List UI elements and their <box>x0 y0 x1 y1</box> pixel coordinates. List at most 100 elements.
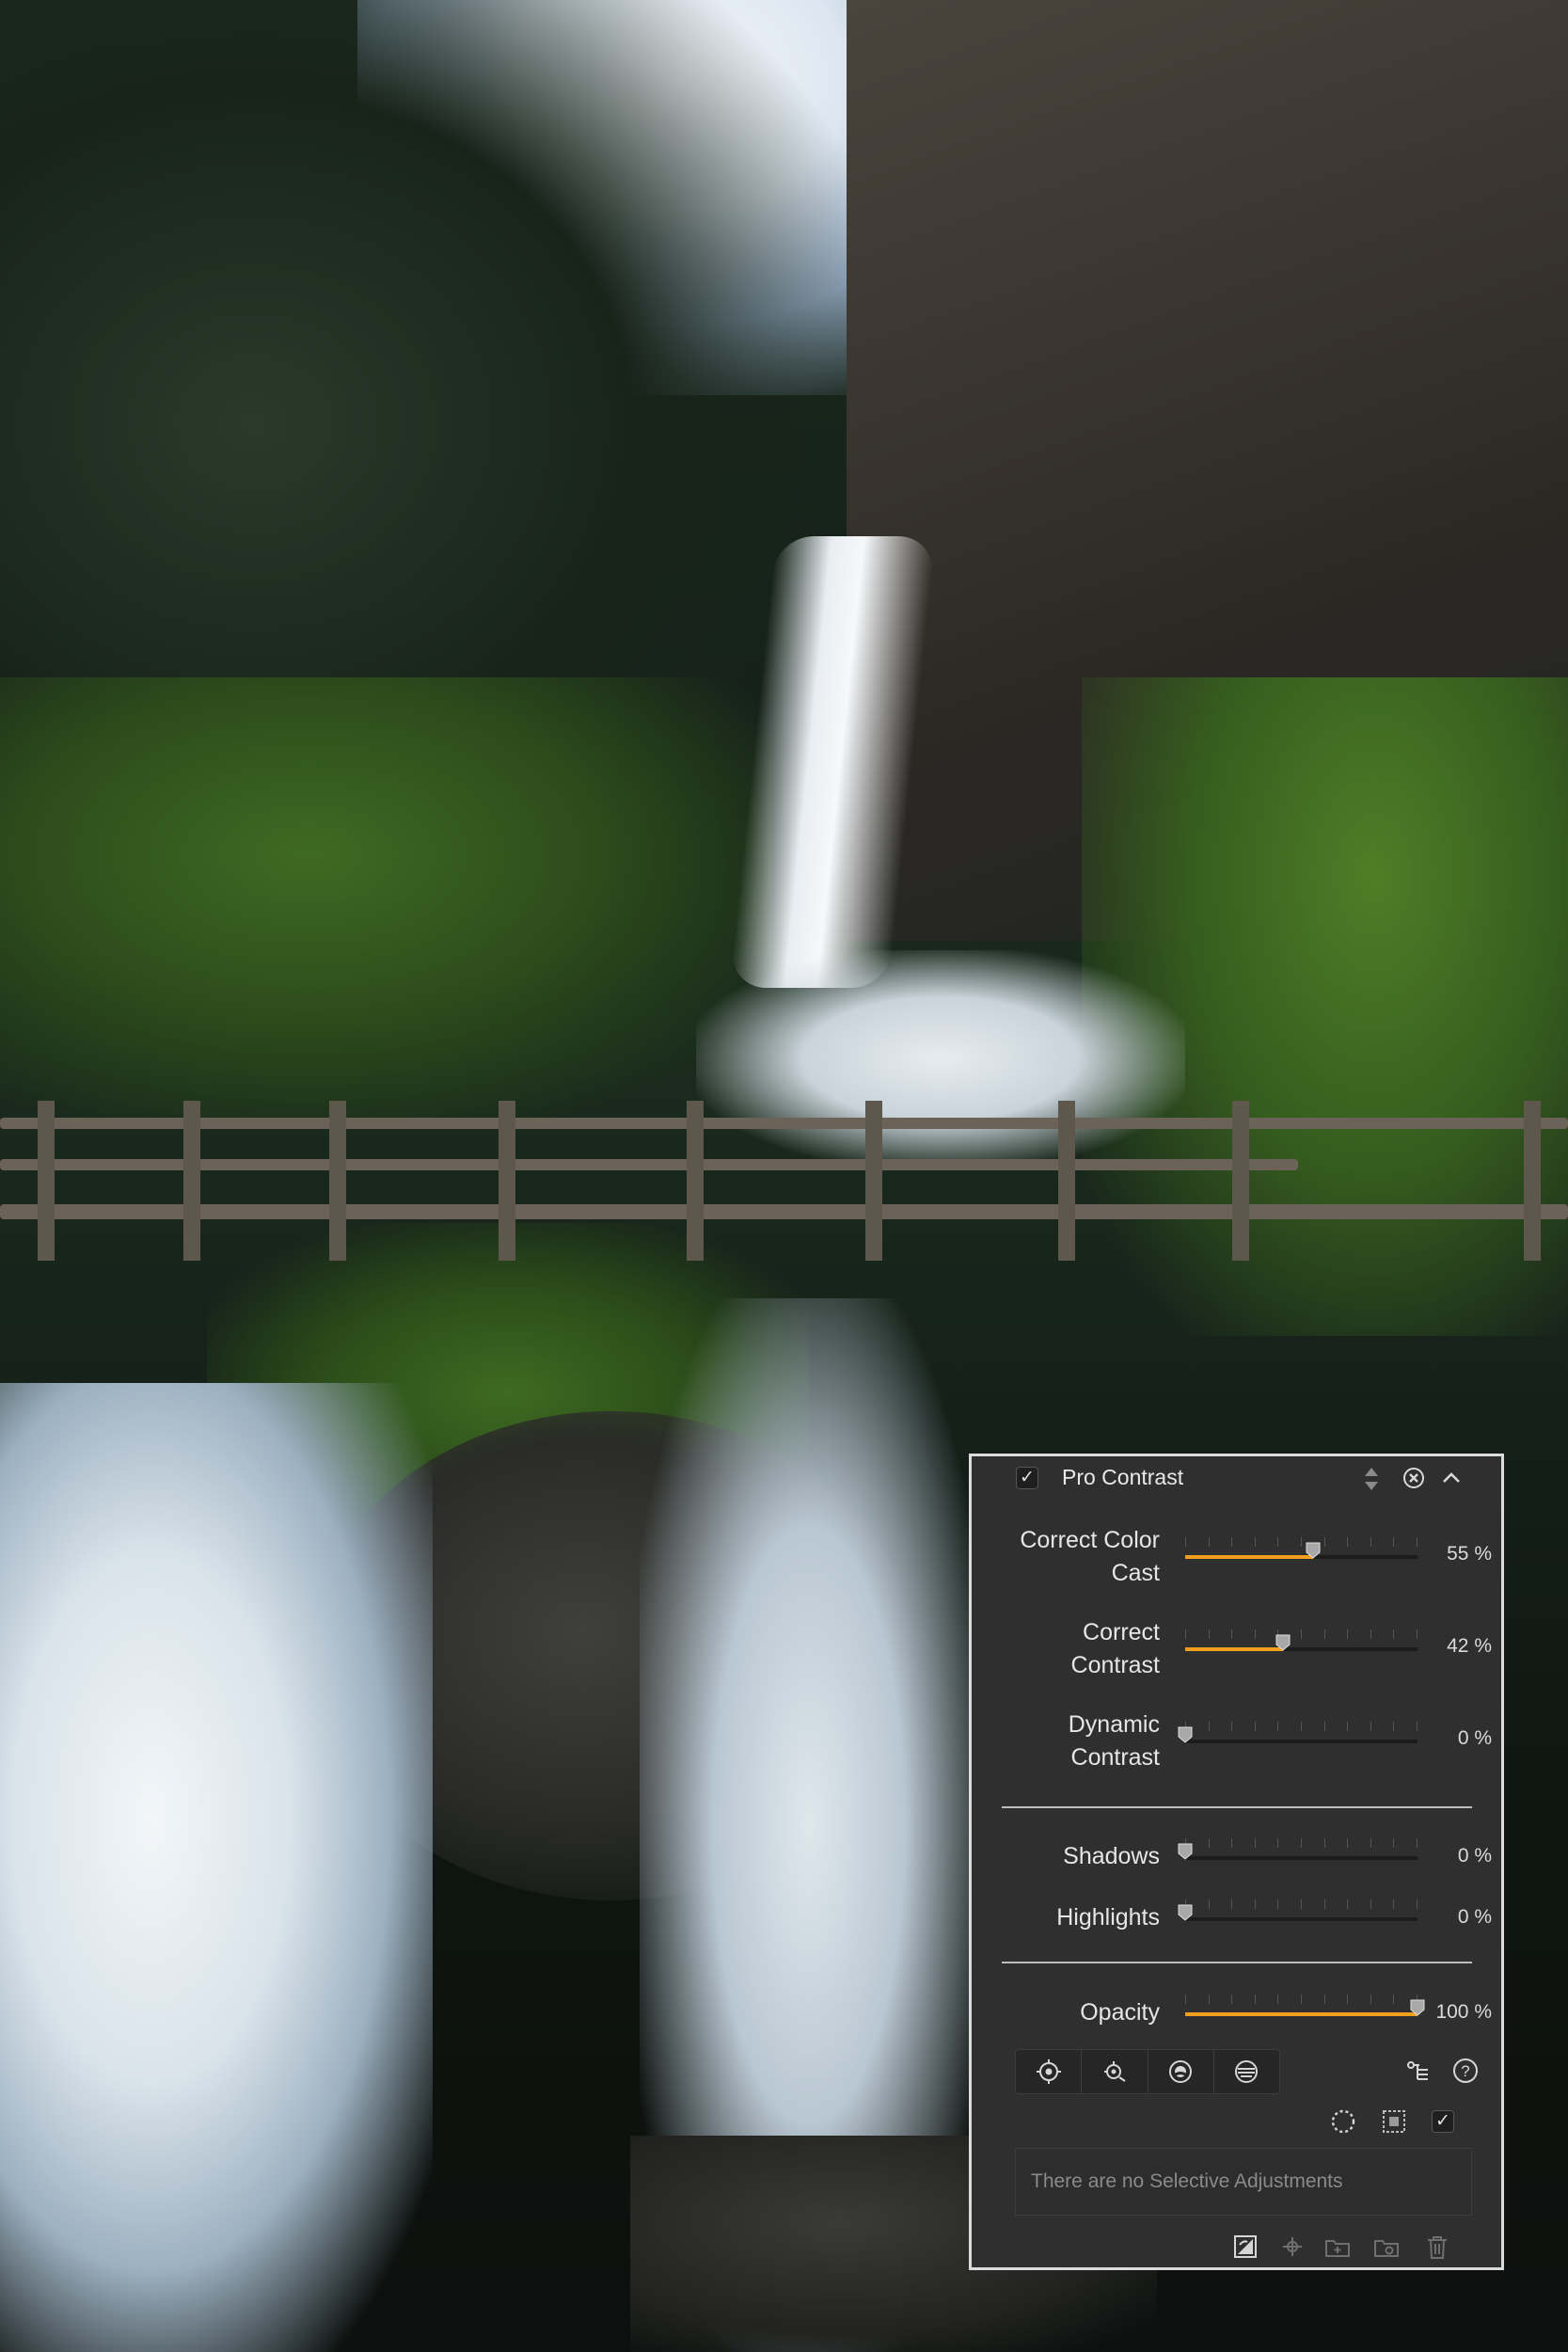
selective-tools <box>1015 2049 1280 2094</box>
slider-label: Dynamic <box>1068 1711 1160 1738</box>
shadows-slider[interactable] <box>1178 1843 1418 1860</box>
slider-handle[interactable] <box>1178 1843 1193 1860</box>
slider-fill <box>1185 1555 1313 1559</box>
slider-tick <box>1347 1537 1349 1547</box>
slider-tick <box>1417 1629 1418 1639</box>
svg-text:?: ? <box>1461 2062 1469 2080</box>
slider-tick <box>1347 1722 1349 1731</box>
color-point-icon[interactable] <box>1082 2050 1148 2093</box>
close-icon[interactable] <box>1402 1467 1425 1489</box>
pro-contrast-panel: ✓ Pro Contrast Correct Color Cast 55 % C… <box>969 1454 1504 2270</box>
slider-tick <box>1231 1629 1233 1639</box>
enable-checkbox[interactable]: ✓ <box>1016 1467 1038 1489</box>
slider-tick <box>1208 1838 1210 1848</box>
slider-handle[interactable] <box>1410 1999 1425 2016</box>
slider-tick <box>1277 1537 1279 1547</box>
lower-waterfall-left <box>0 1383 433 2352</box>
slider-tick <box>1277 1994 1279 2004</box>
slider-tick <box>1301 1629 1302 1639</box>
slider-tick <box>1301 1899 1302 1909</box>
slider-tick <box>1185 1629 1186 1639</box>
reorder-icon[interactable] <box>1361 1465 1382 1493</box>
trash-icon[interactable] <box>1423 2233 1451 2261</box>
slider-tick <box>1231 1722 1233 1731</box>
duplicate-icon[interactable] <box>1372 2233 1401 2261</box>
slider-label: Contrast <box>1070 1744 1160 1771</box>
slider-fill <box>1185 1647 1283 1651</box>
slider-label: Correct <box>1083 1619 1160 1645</box>
slider-ticks <box>1185 1838 1418 1851</box>
slider-tick <box>1417 1537 1418 1547</box>
slider-label: Highlights <box>1056 1904 1160 1931</box>
slider-tick <box>1323 1722 1325 1731</box>
lasso-selection-icon[interactable] <box>1329 2107 1357 2136</box>
slider-handle[interactable] <box>1178 1904 1193 1921</box>
slider-tick <box>1370 1899 1371 1909</box>
control-point-icon[interactable] <box>1016 2050 1083 2093</box>
slider-value: 0 % <box>1457 1727 1492 1749</box>
slider-tick <box>1185 1994 1186 2004</box>
slider-tick <box>1370 1994 1371 2004</box>
slider-tick <box>1370 1537 1371 1547</box>
slider-row-correct-contrast: Correct Contrast 42 % <box>972 1616 1501 1682</box>
slider-label: Opacity <box>1080 1999 1160 2026</box>
slider-label: Correct Color <box>1020 1527 1160 1553</box>
slider-row-dynamic-contrast: Dynamic Contrast 0 % <box>972 1708 1501 1774</box>
fill-remove-icon[interactable] <box>1231 2233 1259 2261</box>
grass-slope-left <box>0 677 771 1120</box>
slider-handle[interactable] <box>1275 1634 1291 1651</box>
empty-state-message: There are no Selective Adjustments <box>1031 2170 1343 2192</box>
panel-header: ✓ Pro Contrast <box>972 1456 1501 1499</box>
brush-icon[interactable] <box>1148 2050 1214 2093</box>
slider-tick <box>1301 1537 1302 1547</box>
slider-tick <box>1393 1838 1395 1848</box>
slider-tick <box>1254 1537 1256 1547</box>
slider-tick <box>1231 1537 1233 1547</box>
slider-tick <box>1323 1899 1325 1909</box>
slider-fill <box>1185 2012 1418 2016</box>
slider-tick <box>1185 1537 1186 1547</box>
slider-row-correct-color-cast: Correct Color Cast 55 % <box>972 1524 1501 1590</box>
opacity-slider[interactable] <box>1185 1999 1425 2016</box>
help-icon[interactable]: ? <box>1451 2057 1480 2085</box>
gradient-icon[interactable] <box>1214 2050 1279 2093</box>
slider-tick <box>1417 1722 1418 1731</box>
slider-label: Shadows <box>1063 1843 1160 1869</box>
slider-ticks <box>1185 1899 1418 1913</box>
slider-tick <box>1370 1629 1371 1639</box>
slider-handle[interactable] <box>1178 1726 1193 1743</box>
slider-value: 42 % <box>1447 1635 1492 1657</box>
slider-tick <box>1208 1899 1210 1909</box>
selective-adjustments-list: There are no Selective Adjustments <box>1015 2148 1472 2216</box>
slider-tick <box>1254 1629 1256 1639</box>
slider-tick <box>1277 1899 1279 1909</box>
mask-view-icon[interactable] <box>1380 2107 1408 2136</box>
apply-check-icon[interactable]: ✓ <box>1432 2110 1454 2133</box>
slider-ticks <box>1185 1537 1418 1550</box>
slider-value: 0 % <box>1457 1845 1492 1867</box>
slider-tick <box>1208 1537 1210 1547</box>
slider-handle[interactable] <box>1306 1542 1321 1559</box>
collapse-chevron-icon[interactable] <box>1440 1467 1463 1489</box>
add-point-icon[interactable] <box>1278 2233 1307 2261</box>
slider-value: 55 % <box>1447 1543 1492 1565</box>
settings-list-icon[interactable] <box>1404 2057 1433 2085</box>
slider-tick <box>1208 1722 1210 1731</box>
slider-tick <box>1208 1994 1210 2004</box>
add-group-icon[interactable] <box>1323 2233 1352 2261</box>
slider-tick <box>1323 1994 1325 2004</box>
slider-tick <box>1347 1838 1349 1848</box>
slider-tick <box>1393 1537 1395 1547</box>
dynamic-contrast-slider[interactable] <box>1178 1726 1418 1743</box>
slider-label: Contrast <box>1070 1652 1160 1678</box>
slider-tick <box>1393 1722 1395 1731</box>
highlights-slider[interactable] <box>1178 1904 1418 1921</box>
correct-color-cast-slider[interactable] <box>1185 1542 1418 1559</box>
divider <box>1002 1806 1472 1808</box>
slider-ticks <box>1185 1722 1418 1735</box>
slider-tick <box>1231 1838 1233 1848</box>
wooden-bridge <box>0 1101 1568 1289</box>
correct-contrast-slider[interactable] <box>1185 1634 1418 1651</box>
slider-tick <box>1323 1629 1325 1639</box>
divider <box>1002 1962 1472 1963</box>
